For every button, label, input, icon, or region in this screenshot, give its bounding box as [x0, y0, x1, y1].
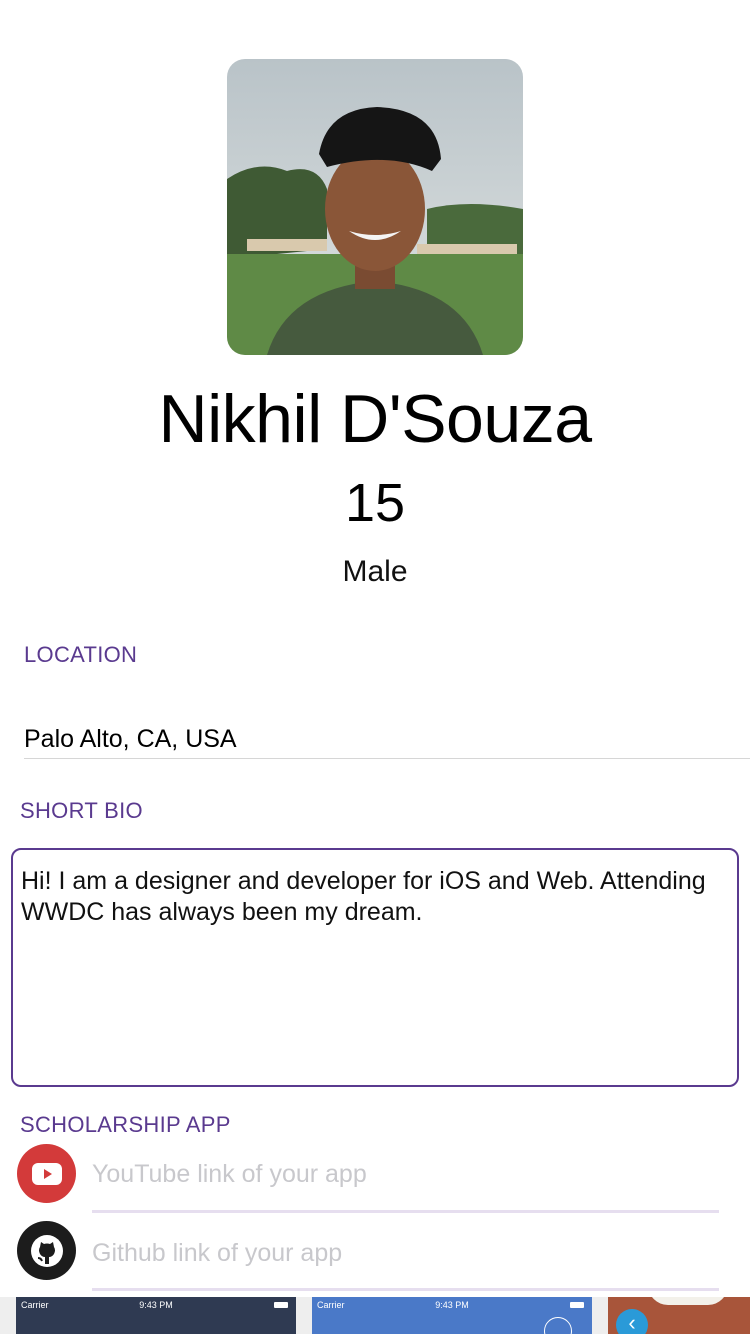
- youtube-link-underline: [92, 1210, 719, 1213]
- github-icon: [17, 1221, 76, 1280]
- thumb-time: 9:43 PM: [435, 1300, 469, 1310]
- profile-gender: Male: [342, 555, 408, 588]
- github-link-underline: [92, 1288, 719, 1291]
- bio-textarea[interactable]: Hi! I am a designer and developer for iO…: [11, 848, 739, 1087]
- lamp-icon: [648, 1297, 728, 1305]
- profile-photo[interactable]: [227, 59, 523, 355]
- profile-circle-icon: [544, 1317, 572, 1334]
- back-chevron-icon: ‹: [616, 1309, 648, 1334]
- screenshot-thumb[interactable]: Carrier 9:43 PM: [312, 1297, 592, 1334]
- location-label: LOCATION: [24, 642, 138, 667]
- bio-label: SHORT BIO: [20, 798, 143, 823]
- thumb-status-bar: Carrier 9:43 PM: [312, 1300, 592, 1312]
- youtube-icon: [17, 1144, 76, 1203]
- profile-age: 15: [344, 473, 406, 533]
- youtube-link-row: [0, 1142, 750, 1213]
- github-link-input[interactable]: [92, 1231, 720, 1275]
- battery-icon: [274, 1302, 288, 1308]
- youtube-link-input[interactable]: [92, 1152, 720, 1196]
- screenshot-thumb[interactable]: Carrier 9:43 PM: [16, 1297, 296, 1334]
- profile-photo-image: [227, 59, 523, 355]
- thumb-status-bar: Carrier 9:43 PM: [16, 1300, 296, 1312]
- github-link-row: [0, 1220, 750, 1291]
- screenshot-thumb[interactable]: ‹: [608, 1297, 750, 1334]
- scholarship-app-label: SCHOLARSHIP APP: [20, 1112, 231, 1137]
- battery-icon: [570, 1302, 584, 1308]
- profile-name: Nikhil D'Souza: [158, 381, 592, 457]
- screenshots-strip: Carrier 9:43 PM Carrier 9:43 PM ‹: [0, 1297, 750, 1334]
- thumb-time: 9:43 PM: [139, 1300, 173, 1310]
- location-field[interactable]: [24, 720, 750, 759]
